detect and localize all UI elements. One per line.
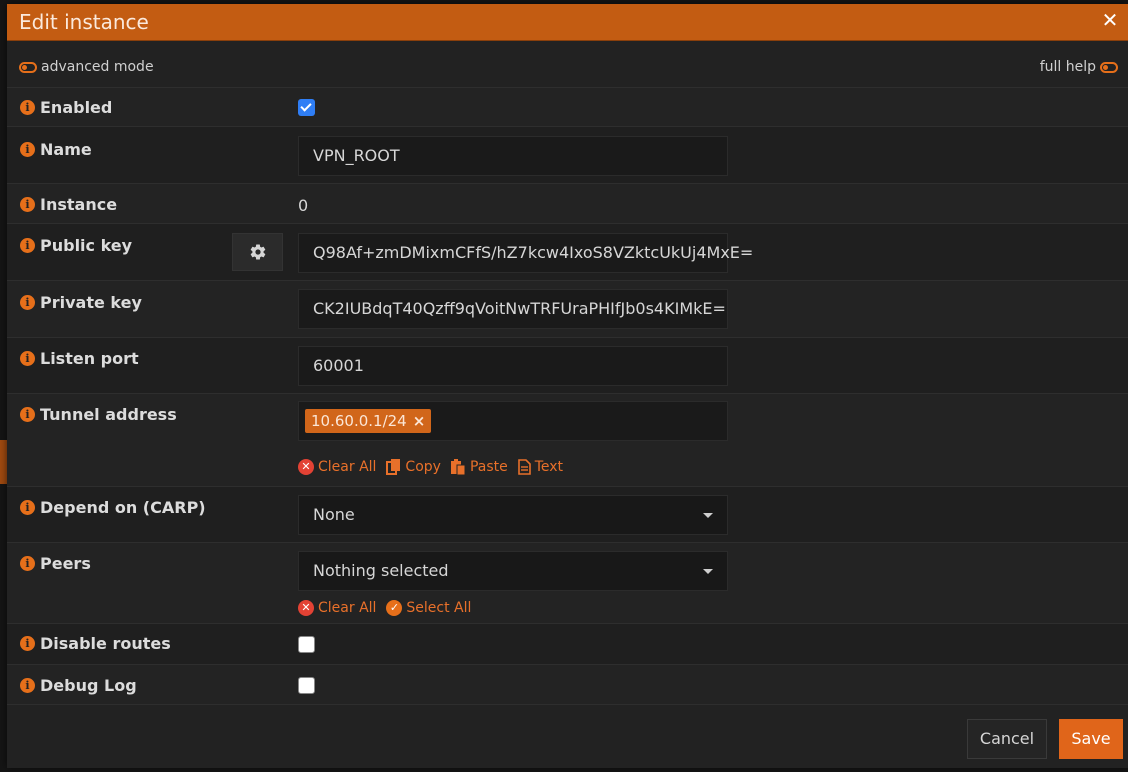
- field-label: i Instance: [20, 195, 117, 214]
- row-depend-on: i Depend on (CARP) None: [7, 486, 1128, 542]
- field-label: i Enabled: [20, 98, 112, 117]
- private-key-input[interactable]: CK2IUBdqT40Qzff9qVoitNwTRFUraPHIfJb0s4KI…: [298, 289, 728, 329]
- full-help-label: full help: [1039, 59, 1096, 75]
- address-tag: 10.60.0.1/24 ×: [305, 409, 432, 433]
- caret-down-icon: [703, 569, 713, 574]
- modal-header: Edit instance ✕: [7, 4, 1128, 41]
- field-label: i Name: [20, 140, 92, 159]
- copy-icon: [386, 459, 401, 475]
- disable-routes-checkbox[interactable]: [298, 636, 315, 653]
- depend-on-select[interactable]: None: [298, 495, 728, 535]
- row-debug-log: i Debug Log: [7, 664, 1128, 705]
- row-tunnel-address: i Tunnel address 10.60.0.1/24 × ✕ Clear All…: [7, 393, 1128, 486]
- field-label: i Peers: [20, 554, 91, 573]
- modal-title: Edit instance: [19, 10, 149, 34]
- check-circle-icon: ✓: [386, 600, 403, 616]
- row-enabled: i Enabled: [7, 87, 1128, 126]
- toggle-off-icon: [19, 61, 37, 73]
- paste-link[interactable]: Paste: [450, 459, 508, 475]
- peers-select[interactable]: Nothing selected: [298, 551, 728, 591]
- info-icon[interactable]: i: [20, 556, 35, 571]
- instance-value: 0: [298, 196, 309, 215]
- info-icon[interactable]: i: [20, 197, 35, 212]
- name-input[interactable]: VPN_ROOT: [298, 136, 728, 176]
- caret-down-icon: [703, 513, 713, 518]
- remove-circle-icon: ✕: [298, 459, 314, 475]
- mode-bar: advanced mode full help: [7, 54, 1128, 82]
- field-label: i Public key: [20, 236, 132, 255]
- close-icon: ✕: [1101, 8, 1119, 32]
- remove-circle-icon: ✕: [298, 600, 314, 616]
- edit-instance-modal: Edit instance ✕ advanced mode full help …: [7, 4, 1128, 768]
- debug-log-checkbox[interactable]: [298, 677, 315, 694]
- full-help-toggle[interactable]: full help: [1040, 59, 1118, 75]
- clear-all-link[interactable]: ✕ Clear All: [298, 459, 376, 475]
- row-peers: i Peers Nothing selected ✕ Clear All ✓ Sele…: [7, 542, 1128, 623]
- tunnel-address-tokens[interactable]: 10.60.0.1/24 ×: [298, 401, 728, 441]
- field-label: i Debug Log: [20, 676, 137, 695]
- modal-footer: Cancel Save: [7, 704, 1128, 768]
- field-label: i Tunnel address: [20, 405, 177, 424]
- info-icon[interactable]: i: [20, 500, 35, 515]
- copy-link[interactable]: Copy: [386, 459, 441, 475]
- save-button[interactable]: Save: [1059, 719, 1123, 759]
- cancel-button[interactable]: Cancel: [967, 719, 1047, 759]
- enabled-checkbox[interactable]: [298, 99, 315, 116]
- remove-tag-icon[interactable]: ×: [413, 412, 426, 430]
- advanced-mode-toggle[interactable]: advanced mode: [19, 59, 154, 75]
- info-icon[interactable]: i: [20, 295, 35, 310]
- peers-actions: ✕ Clear All ✓ Select All: [298, 600, 471, 616]
- public-key-input[interactable]: Q98Af+zmDMixmCFfS/hZ7kcw4IxoS8VZktcUkUj4…: [298, 233, 753, 273]
- peers-value: Nothing selected: [313, 561, 449, 580]
- select-all-link[interactable]: ✓ Select All: [386, 600, 471, 616]
- info-icon[interactable]: i: [20, 407, 35, 422]
- listen-port-input[interactable]: 60001: [298, 346, 728, 386]
- field-label: i Disable routes: [20, 634, 171, 653]
- field-label: i Private key: [20, 293, 142, 312]
- info-icon[interactable]: i: [20, 678, 35, 693]
- depend-on-value: None: [313, 505, 355, 524]
- row-public-key: i Public key Q98Af+zmDMixmCFfS/hZ7kcw4Ixo…: [7, 223, 1128, 280]
- generate-keys-button[interactable]: [232, 233, 283, 271]
- paste-icon: [450, 459, 466, 475]
- info-icon[interactable]: i: [20, 100, 35, 115]
- toggle-off-icon: [1100, 61, 1118, 73]
- row-disable-routes: i Disable routes: [7, 623, 1128, 664]
- field-label: i Depend on (CARP): [20, 498, 206, 517]
- info-icon[interactable]: i: [20, 142, 35, 157]
- row-private-key: i Private key CK2IUBdqT40Qzff9qVoitNwTRFU…: [7, 280, 1128, 337]
- text-link[interactable]: Text: [517, 459, 563, 475]
- advanced-mode-label: advanced mode: [41, 59, 154, 75]
- row-instance: i Instance 0: [7, 183, 1128, 223]
- tunnel-address-actions: ✕ Clear All Copy Paste Text: [298, 459, 563, 475]
- info-icon[interactable]: i: [20, 238, 35, 253]
- gear-icon: [250, 244, 265, 260]
- clear-all-link[interactable]: ✕ Clear All: [298, 600, 376, 616]
- close-button[interactable]: ✕: [1100, 8, 1120, 32]
- field-label: i Listen port: [20, 349, 139, 368]
- row-name: i Name VPN_ROOT: [7, 126, 1128, 183]
- info-icon[interactable]: i: [20, 351, 35, 366]
- info-icon[interactable]: i: [20, 636, 35, 651]
- document-text-icon: [517, 459, 531, 475]
- row-listen-port: i Listen port 60001: [7, 337, 1128, 393]
